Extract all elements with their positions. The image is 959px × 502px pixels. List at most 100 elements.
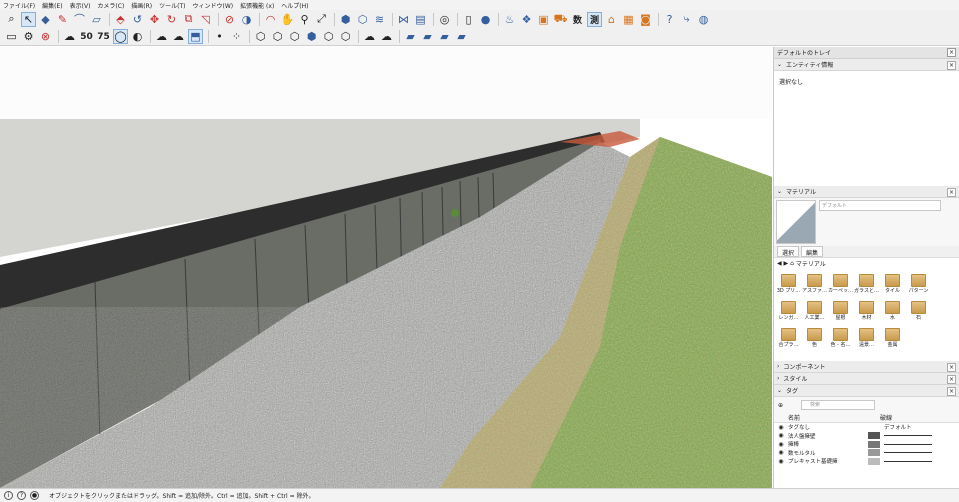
scale-icon[interactable]: ⧉ (181, 12, 196, 27)
new-document-icon[interactable]: ▯ (461, 12, 476, 27)
material-folder[interactable]: パターン (906, 272, 931, 299)
follow-me-icon[interactable]: ↺ (130, 12, 145, 27)
report-icon[interactable]: ▣ (536, 12, 551, 27)
iso-view-icon[interactable]: ⬡ (253, 29, 268, 44)
home-icon[interactable]: ⌂ (790, 260, 794, 267)
move-icon[interactable]: ✥ (147, 12, 162, 27)
geo-location-icon[interactable]: ◎ (437, 12, 452, 27)
material-folder[interactable]: 3D プリ… (776, 272, 801, 299)
zoom-tool-icon[interactable]: ⚲ (297, 12, 312, 27)
material-folder[interactable]: 色 - 名… (828, 326, 853, 353)
material-name-field[interactable]: デフォルト (819, 200, 941, 211)
eraser-icon[interactable]: ◆ (38, 12, 53, 27)
house-icon[interactable]: ⌂ (604, 12, 619, 27)
menu-edit[interactable]: 編集(E) (42, 1, 62, 10)
tag-search-input[interactable]: 検索 (801, 400, 876, 410)
tag-dash-line[interactable] (884, 452, 932, 454)
menu-window[interactable]: ウィンドウ(W) (193, 1, 234, 10)
material-folder[interactable]: 人工業… (802, 299, 827, 326)
tag-row[interactable]: ◉ 数モルタル (774, 449, 959, 458)
tag-dash-line[interactable] (884, 443, 932, 445)
help-icon[interactable]: ? (662, 12, 677, 27)
components-header[interactable]: › コンポーネント × (774, 361, 959, 373)
menu-view[interactable]: 表示(V) (70, 1, 91, 10)
cloud-sync-icon[interactable]: ☁ (362, 29, 377, 44)
material-folder[interactable]: タイル (880, 272, 905, 299)
close-icon[interactable]: × (947, 363, 956, 372)
dot-grid-icon[interactable]: ⁘ (229, 29, 244, 44)
cloud-share-icon[interactable]: ☁ (379, 29, 394, 44)
menu-camera[interactable]: カメラ(C) (97, 1, 124, 10)
material-folder[interactable]: 屋根 (828, 299, 853, 326)
material-folder[interactable]: 石 (906, 299, 931, 326)
offset-icon[interactable]: ◹ (198, 12, 213, 27)
close-icon[interactable]: × (947, 188, 956, 197)
right-view-icon[interactable]: ⬢ (304, 29, 319, 44)
scan-icon[interactable]: ⬒ (188, 29, 203, 44)
rotate-icon[interactable]: ↻ (164, 12, 179, 27)
info-icon[interactable]: i (4, 491, 13, 500)
measure-tool-icon[interactable]: 測 (590, 13, 599, 26)
close-icon[interactable]: × (947, 48, 956, 57)
col-dash[interactable]: 破線 (880, 413, 892, 422)
tag-row[interactable]: ◉ 擁棒 (774, 440, 959, 449)
point-icon[interactable]: • (212, 29, 227, 44)
truck-icon[interactable]: ⛟ (553, 12, 568, 27)
eye-icon[interactable]: ◉ (774, 449, 788, 456)
extension-icon[interactable]: ❖ (519, 12, 534, 27)
sandbox-icon[interactable]: ⋈ (396, 12, 411, 27)
entity-info-header[interactable]: ⌄ エンティティ情報 × (774, 59, 959, 71)
cloud-process-icon[interactable]: ☁ (62, 29, 77, 44)
shaded-icon[interactable]: ▰ (437, 29, 452, 44)
cloud-upload-icon[interactable]: ☁ (154, 29, 169, 44)
warehouse-icon[interactable]: ♨ (502, 12, 517, 27)
material-folder[interactable]: カーペッ… (828, 272, 853, 299)
back-view-icon[interactable]: ⬡ (321, 29, 336, 44)
material-folder[interactable]: レンガ… (776, 299, 801, 326)
tag-dash-line[interactable] (884, 460, 932, 462)
menu-tools[interactable]: ツール(T) (159, 1, 185, 10)
styles-header[interactable]: › スタイル × (774, 373, 959, 385)
camera-icon[interactable]: ◙ (638, 12, 653, 27)
material-folder[interactable]: 合プラ… (776, 326, 801, 353)
tab-select[interactable]: 選択 (777, 246, 800, 257)
gear-icon[interactable]: ⚙ (21, 29, 36, 44)
doc-export-icon[interactable]: ▦ (621, 12, 636, 27)
back-arrow-icon[interactable]: ◀ (777, 260, 782, 267)
eye-icon[interactable]: ◉ (774, 432, 788, 439)
shade-icon[interactable]: ◐ (130, 29, 145, 44)
close-icon[interactable]: × (947, 375, 956, 384)
geo-icon[interactable]: ? (17, 491, 26, 500)
tag-row[interactable]: ◉ プレキャスト基礎擁 (774, 457, 959, 466)
zoom-icon[interactable]: ⌕ (4, 12, 19, 27)
tag-dash-line[interactable] (884, 435, 932, 437)
select-arrow-icon[interactable]: ↖ (21, 11, 36, 27)
material-folder[interactable]: 水 (880, 299, 905, 326)
arc-icon[interactable]: ⌒ (72, 12, 87, 27)
tag-color[interactable] (868, 440, 880, 448)
tag-row[interactable]: ◉ 法人盤擁壁 (774, 432, 959, 441)
orbit-icon[interactable]: ◠ (263, 12, 278, 27)
user-icon[interactable]: ● (478, 12, 493, 27)
material-folder[interactable]: ガラスと… (854, 272, 879, 299)
eye-icon[interactable]: ◉ (774, 441, 788, 448)
stamp-75-icon[interactable]: 75 (97, 32, 110, 42)
tag-color[interactable] (868, 432, 880, 440)
material-swatch[interactable] (776, 200, 816, 244)
tag-color[interactable] (868, 449, 880, 457)
menu-file[interactable]: ファイル(F) (3, 1, 35, 10)
stamp-50-icon[interactable]: 50 (80, 32, 93, 42)
text-tool-icon[interactable]: 数 (573, 13, 582, 26)
material-folder[interactable]: 金属 (880, 326, 905, 353)
components-icon[interactable]: ⬡ (355, 12, 370, 27)
lasso-icon[interactable]: ◯ (113, 29, 128, 44)
material-folder[interactable]: アスファ… (802, 272, 827, 299)
front-view-icon[interactable]: ⬡ (287, 29, 302, 44)
material-folder[interactable]: 木材 (854, 299, 879, 326)
zoom-extents-icon[interactable]: ⤢ (314, 12, 329, 27)
menu-extensions[interactable]: 拡張機能 (x) (240, 1, 274, 10)
material-folder[interactable]: 遠景… (854, 326, 879, 353)
close-circle-icon[interactable]: ⊗ (38, 29, 53, 44)
menu-help[interactable]: ヘルプ(H) (281, 1, 308, 10)
forward-arrow-icon[interactable]: ▶ (784, 260, 789, 267)
